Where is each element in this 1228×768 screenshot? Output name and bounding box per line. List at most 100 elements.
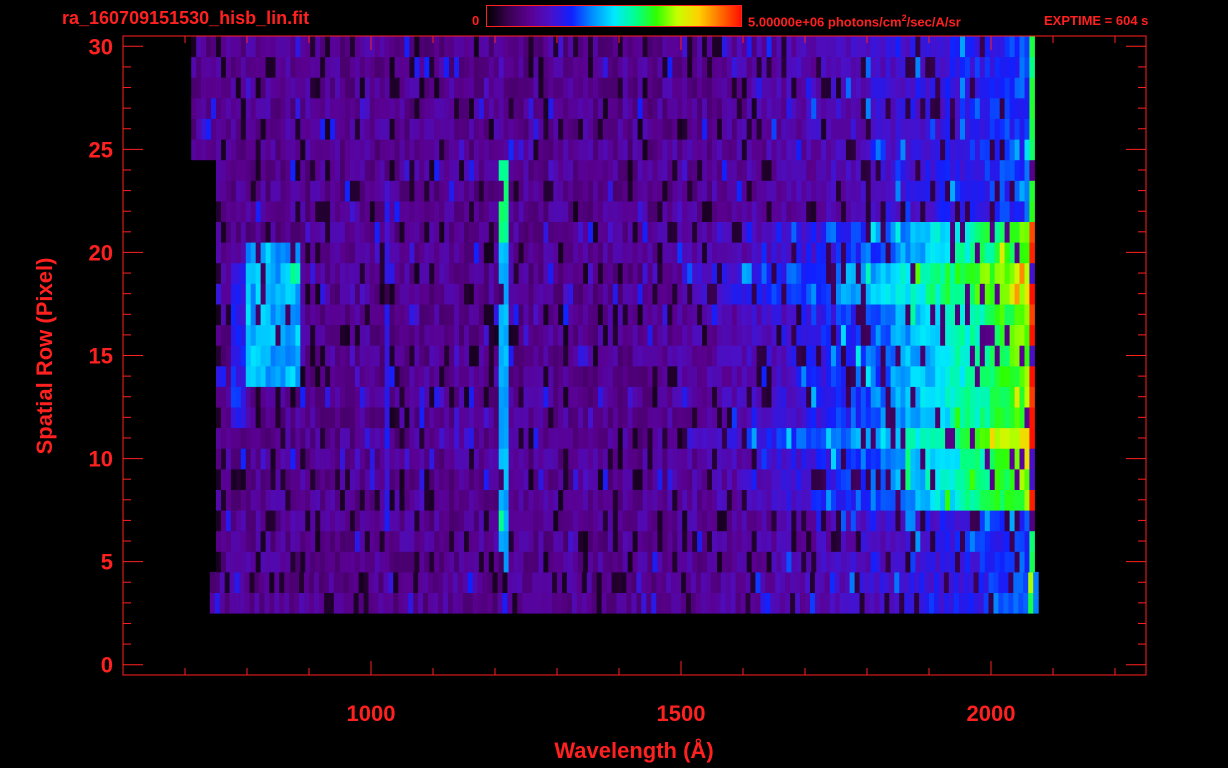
heatmap-cell — [230, 180, 237, 202]
heatmap-cell — [513, 283, 520, 305]
heatmap-cell — [563, 56, 569, 78]
heatmap-cell — [687, 262, 693, 284]
heatmap-cell — [890, 510, 897, 532]
heatmap-cell — [483, 36, 490, 58]
heatmap-cell — [766, 118, 773, 140]
heatmap-cell — [409, 407, 415, 429]
heatmap-cell — [265, 97, 272, 119]
heatmap-cell — [558, 510, 564, 532]
heatmap-cell — [647, 489, 653, 511]
heatmap-cell — [464, 221, 470, 243]
heatmap-cell — [626, 571, 632, 593]
heatmap-cell — [627, 200, 634, 222]
heatmap-cell — [444, 448, 450, 470]
heatmap-cell — [533, 97, 539, 119]
heatmap-cell — [399, 97, 405, 119]
heatmap-cell — [875, 386, 882, 408]
heatmap-cell — [994, 97, 1001, 119]
heatmap-cell — [999, 200, 1006, 222]
heatmap-cell — [890, 386, 897, 408]
heatmap-cell — [221, 159, 227, 181]
heatmap-cell — [612, 551, 619, 573]
heatmap-cell — [910, 427, 916, 449]
heatmap-cell — [588, 365, 594, 387]
heatmap-cell — [497, 571, 503, 593]
heatmap-cell — [497, 592, 503, 614]
heatmap-cell — [543, 36, 549, 58]
heatmap-cell — [925, 221, 931, 243]
heatmap-cell — [885, 118, 892, 140]
heatmap-cell — [726, 489, 733, 511]
heatmap-cell — [379, 304, 386, 326]
heatmap-cell — [662, 159, 668, 181]
heatmap-cell — [781, 530, 787, 552]
heatmap-cell — [989, 510, 996, 532]
heatmap-cell — [473, 407, 480, 429]
heatmap-cell — [547, 592, 553, 614]
heatmap-cell — [826, 262, 832, 284]
heatmap-cell — [1014, 77, 1021, 99]
heatmap-cell — [839, 592, 846, 614]
heatmap-cell — [345, 77, 351, 99]
heatmap-cell — [439, 262, 445, 284]
heatmap-cell — [662, 36, 668, 58]
heatmap-cell — [692, 551, 698, 573]
heatmap-cell — [682, 97, 688, 119]
heatmap-cell — [969, 200, 976, 222]
heatmap-cell — [702, 242, 708, 264]
heatmap-cell — [369, 386, 376, 408]
heatmap-cell — [275, 283, 281, 305]
heatmap-cell — [875, 56, 882, 78]
heatmap-cell — [899, 592, 905, 614]
heatmap-cell — [746, 345, 753, 367]
heatmap-cell — [538, 407, 544, 429]
heatmap-cell — [464, 304, 470, 326]
heatmap-cell — [1004, 427, 1011, 449]
heatmap-cell — [478, 530, 485, 552]
heatmap-cell — [677, 77, 683, 99]
heatmap-cell — [389, 489, 396, 511]
heatmap-cell — [250, 407, 257, 429]
heatmap-cell — [270, 489, 277, 511]
heatmap-cell — [895, 530, 901, 552]
heatmap-cell — [940, 345, 946, 367]
heatmap-cell — [335, 530, 341, 552]
heatmap-cell — [731, 77, 738, 99]
heatmap-cell — [622, 221, 629, 243]
heatmap-cell — [700, 592, 707, 614]
heatmap-cell — [543, 448, 549, 470]
heatmap-cell — [354, 242, 361, 264]
heatmap-cell — [712, 386, 718, 408]
heatmap-cell — [781, 489, 787, 511]
heatmap-cell — [950, 530, 956, 552]
heatmap-cell — [950, 324, 956, 346]
heatmap-cell — [409, 530, 415, 552]
heatmap-cell — [404, 530, 410, 552]
heatmap-cell — [260, 427, 267, 449]
heatmap-cell — [761, 200, 768, 222]
heatmap-cell — [751, 56, 758, 78]
heatmap-cell — [979, 304, 986, 326]
heatmap-cell — [320, 200, 326, 222]
heatmap-cell — [235, 551, 242, 573]
heatmap-cell — [692, 200, 698, 222]
heatmap-cell — [682, 262, 688, 284]
heatmap-cell — [910, 139, 916, 161]
heatmap-cell — [374, 139, 381, 161]
heatmap-cell — [687, 530, 693, 552]
heatmap-cell — [439, 407, 445, 429]
heatmap-cell — [652, 242, 658, 264]
heatmap-cell — [483, 77, 490, 99]
heatmap-cell — [875, 530, 882, 552]
heatmap-cell — [672, 242, 678, 264]
heatmap-cell — [741, 262, 748, 284]
heatmap-cell — [781, 97, 787, 119]
heatmap-cell — [672, 530, 678, 552]
heatmap-cell — [707, 77, 713, 99]
heatmap-cell — [925, 97, 931, 119]
heatmap-cell — [424, 510, 430, 532]
heatmap-cell — [602, 283, 609, 305]
heatmap-cell — [255, 36, 262, 58]
heatmap-cell — [657, 262, 663, 284]
heatmap-cell — [791, 180, 797, 202]
